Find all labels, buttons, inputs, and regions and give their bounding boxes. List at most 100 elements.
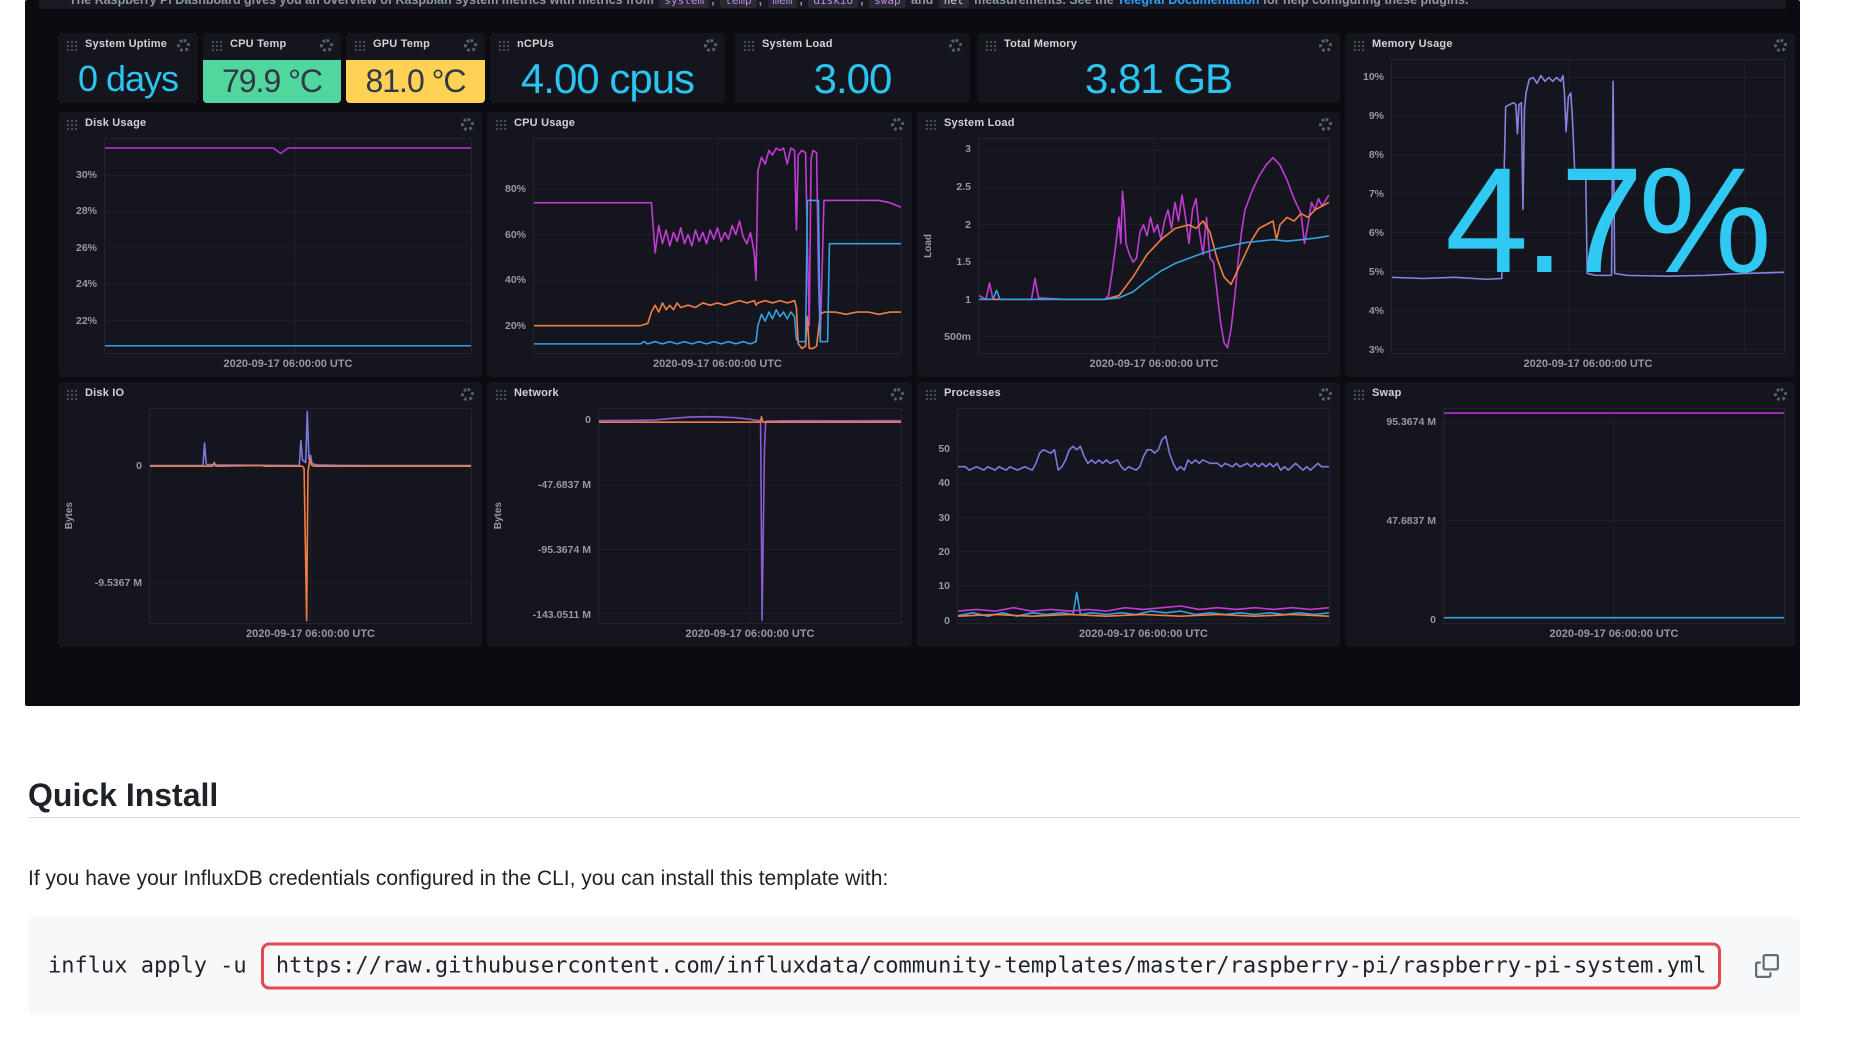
- readme-page: The Raspberry Pi Dashboard gives you an …: [0, 0, 1864, 1044]
- panel-title: Disk Usage: [85, 118, 454, 130]
- panel-title: Processes: [944, 388, 1312, 400]
- code-url: https://raw.githubusercontent.com/influx…: [276, 954, 1706, 979]
- panel-swap: Swap 95.3674 M47.6837 M0 2020-09-17 06:0…: [1345, 382, 1795, 647]
- panel-title: CPU Temp: [230, 39, 313, 51]
- y-axis-ticks: 0-9.5367 M: [77, 408, 149, 624]
- copy-button[interactable]: [1752, 951, 1782, 981]
- chart-plot: [957, 408, 1330, 624]
- panel-gpu-temp: GPU Temp 81.0 °C: [346, 33, 485, 103]
- x-axis-label: 2020-09-17 06:00:00 UTC: [957, 624, 1330, 641]
- panel-title: GPU Temp: [373, 39, 457, 51]
- drag-handle-icon: [495, 119, 507, 130]
- panel-memory-usage: Memory Usage 10%9%8%7%6%5%4%3% 2020-09-1…: [1345, 33, 1795, 377]
- stat-value: 79.9 °C: [203, 60, 341, 103]
- panel-title: CPU Usage: [514, 118, 884, 130]
- x-axis-label: 2020-09-17 06:00:00 UTC: [598, 624, 902, 641]
- gear-icon: [891, 388, 904, 401]
- drag-handle-icon: [66, 389, 78, 400]
- gear-icon: [461, 118, 474, 131]
- gear-icon: [320, 39, 333, 52]
- drag-handle-icon: [925, 389, 937, 400]
- x-axis-label: 2020-09-17 06:00:00 UTC: [533, 354, 902, 371]
- y-axis-ticks: 95.3674 M47.6837 M0: [1351, 408, 1443, 624]
- chart-plot: [533, 138, 902, 354]
- y-axis-label: Load: [923, 234, 936, 258]
- panel-cpu-usage: CPU Usage 80%60%40%20% 2020-09-17 06:00:…: [487, 112, 912, 377]
- code-block: influx apply -u https://raw.githubuserco…: [28, 917, 1800, 1015]
- gear-icon: [464, 39, 477, 52]
- chart-plot: [104, 138, 472, 354]
- panel-title: Memory Usage: [1372, 39, 1767, 51]
- y-axis-label: Bytes: [64, 502, 77, 529]
- drag-handle-icon: [66, 119, 78, 130]
- panel-disk-io: Disk IO Bytes 0-9.5367 M 2020-09-17 06:0…: [58, 382, 482, 647]
- drag-handle-icon: [743, 40, 755, 51]
- chart-plot: [1391, 59, 1785, 354]
- panel-processes: Processes 50403020100 2020-09-17 06:00:0…: [917, 382, 1340, 647]
- panel-title: Network: [514, 388, 884, 400]
- stat-value: 4.00 cpus: [490, 57, 725, 101]
- gear-icon: [1774, 39, 1787, 52]
- panel-total-memory: Total Memory 3.81 GB: [977, 33, 1340, 103]
- panel-ncpus: nCPUs 4.00 cpus: [490, 33, 725, 103]
- panel-title: System Uptime: [85, 39, 170, 51]
- panel-system-load-stat: System Load 3.00: [735, 33, 970, 103]
- gear-icon: [1319, 118, 1332, 131]
- y-axis-ticks: 80%60%40%20%: [493, 138, 533, 354]
- panel-system-uptime: System Uptime 0 days: [58, 33, 198, 103]
- drag-handle-icon: [925, 119, 937, 130]
- x-axis-label: 2020-09-17 06:00:00 UTC: [104, 354, 472, 371]
- chart-plot: [978, 138, 1330, 354]
- code-url-annotation: https://raw.githubusercontent.com/influx…: [261, 943, 1721, 990]
- panel-cpu-temp: CPU Temp 79.9 °C: [203, 33, 341, 103]
- y-axis-label: Bytes: [493, 502, 506, 529]
- panel-title: nCPUs: [517, 39, 697, 51]
- y-axis-ticks: 30%28%26%24%22%: [64, 138, 104, 354]
- y-axis-ticks: 32.521.51500m: [936, 138, 978, 354]
- drag-handle-icon: [985, 40, 997, 51]
- panel-title: Total Memory: [1004, 39, 1312, 51]
- x-axis-label: 2020-09-17 06:00:00 UTC: [1443, 624, 1785, 641]
- panel-disk-usage: Disk Usage 30%28%26%24%22% 2020-09-17 06…: [58, 112, 482, 377]
- gear-icon: [891, 118, 904, 131]
- drag-handle-icon: [354, 40, 366, 51]
- x-axis-label: 2020-09-17 06:00:00 UTC: [978, 354, 1330, 371]
- stat-value: 81.0 °C: [346, 60, 485, 103]
- drag-handle-icon: [211, 40, 223, 51]
- panel-title: Swap: [1372, 388, 1767, 400]
- dashboard-screenshot: The Raspberry Pi Dashboard gives you an …: [25, 0, 1800, 706]
- x-axis-label: 2020-09-17 06:00:00 UTC: [1391, 354, 1785, 371]
- y-axis-ticks: 0-47.6837 M-95.3674 M-143.0511 M: [506, 408, 598, 624]
- drag-handle-icon: [1353, 389, 1365, 400]
- stat-value: 3.81 GB: [977, 57, 1340, 101]
- section-heading: Quick Install: [28, 777, 218, 814]
- drag-handle-icon: [495, 389, 507, 400]
- intro-line: The Raspberry Pi Dashboard gives you an …: [39, 0, 1786, 9]
- panel-title: System Load: [762, 39, 942, 51]
- stat-value: 0 days: [58, 57, 198, 101]
- panel-system-load-chart: System Load Load 32.521.51500m 2020-09-1…: [917, 112, 1340, 377]
- gear-icon: [1319, 39, 1332, 52]
- install-paragraph: If you have your InfluxDB credentials co…: [28, 867, 888, 891]
- panel-title: Disk IO: [85, 388, 454, 400]
- intro-text-clipped: The Raspberry Pi Dashboard gives you an …: [39, 0, 1786, 9]
- gear-icon: [704, 39, 717, 52]
- chart-plot: [1443, 408, 1785, 624]
- stat-value: 3.00: [735, 57, 970, 101]
- x-axis-label: 2020-09-17 06:00:00 UTC: [149, 624, 472, 641]
- chart-plot: [149, 408, 472, 624]
- drag-handle-icon: [1353, 40, 1365, 51]
- code-line: influx apply -u https://raw.githubuserco…: [48, 943, 1721, 990]
- code-prefix: influx apply -u: [48, 954, 260, 979]
- gear-icon: [461, 388, 474, 401]
- chart-plot: [598, 408, 902, 624]
- y-axis-ticks: 50403020100: [923, 408, 957, 624]
- gear-icon: [949, 39, 962, 52]
- gear-icon: [1774, 388, 1787, 401]
- panel-title: System Load: [944, 118, 1312, 130]
- y-axis-ticks: 10%9%8%7%6%5%4%3%: [1351, 59, 1391, 354]
- section-divider: [28, 817, 1800, 818]
- drag-handle-icon: [498, 40, 510, 51]
- copy-icon: [1755, 954, 1779, 978]
- panel-network: Network Bytes 0-47.6837 M-95.3674 M-143.…: [487, 382, 912, 647]
